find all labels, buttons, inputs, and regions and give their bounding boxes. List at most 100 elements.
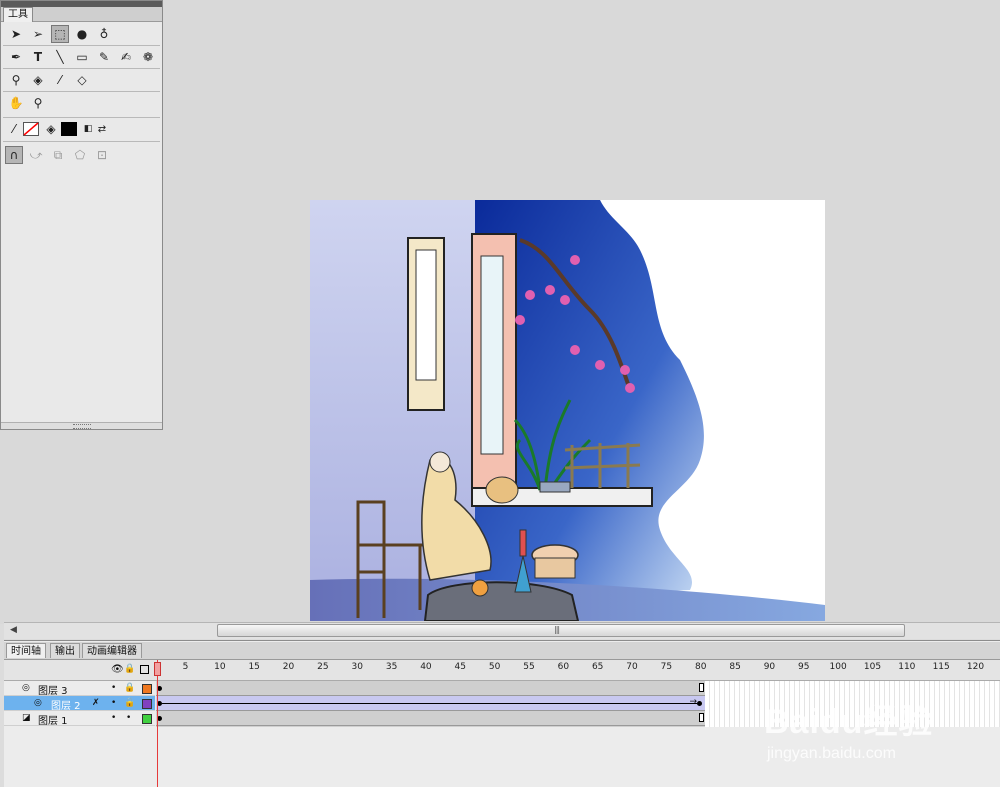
divider [3, 91, 160, 92]
layer-row-3[interactable]: ◎ 图层 3 • 🔒 [4, 681, 155, 697]
free-transform-tool-icon[interactable]: ⬚ [51, 25, 69, 43]
no-color-swatch-icon [23, 122, 39, 136]
eyedropper-tool-icon[interactable]: ⁄ [51, 71, 69, 89]
keyframe[interactable] [697, 701, 702, 706]
envelope-icon[interactable]: ⊡ [93, 146, 111, 164]
tab-motion-editor[interactable]: 动画编辑器 [82, 643, 142, 658]
3d-rotation-tool-icon[interactable]: ● [73, 25, 91, 43]
hand-tool-icon[interactable]: ✋ [7, 94, 25, 112]
pencil-crossed-icon: ✗ [92, 698, 100, 708]
eraser-tool-icon[interactable]: ◇ [73, 71, 91, 89]
lock-icon[interactable]: 🔒 [124, 683, 135, 693]
playhead[interactable] [154, 660, 161, 787]
rotate-skew-icon[interactable]: ⤻ [27, 146, 45, 164]
end-frame[interactable] [699, 713, 704, 722]
lock-icon[interactable]: 🔒 [124, 698, 135, 708]
end-frame[interactable] [699, 683, 704, 692]
pen-tool-icon[interactable]: ✒ [7, 48, 25, 66]
ruler-label: 55 [523, 662, 535, 672]
watermark-logo: Baidu经验 [764, 703, 934, 741]
tab-timeline[interactable]: 时间轴 [6, 643, 46, 658]
scene-illustration [310, 200, 825, 621]
distort-icon[interactable]: ⬠ [71, 146, 89, 164]
scale-icon[interactable]: ⧉ [49, 146, 67, 164]
scrollbar-thumb[interactable]: ||| [217, 624, 905, 637]
panel-resize-grip[interactable] [1, 422, 162, 429]
frame-span-layer-1[interactable] [156, 711, 705, 726]
line-tool-icon[interactable]: ╲ [51, 48, 69, 66]
ruler-label: 20 [282, 662, 295, 672]
layer-normal-icon: ◪ [22, 713, 31, 723]
pencil-tool-icon[interactable]: ✎ [95, 48, 113, 66]
ruler-label: 10 [214, 662, 226, 672]
ruler-label: 95 [798, 662, 810, 672]
visibility-dot[interactable]: • [111, 698, 116, 708]
visibility-dot[interactable]: • [111, 713, 116, 723]
layer-motion-icon: ◎ [34, 698, 42, 708]
snap-magnet-icon[interactable]: ∩ [5, 146, 23, 164]
divider [3, 117, 160, 118]
layer-row-1[interactable]: ◪ 图层 1 • • [4, 711, 155, 727]
deco-tool-icon[interactable]: ❁ [139, 48, 157, 66]
layer-row-2[interactable]: ◎ 图层 2 ✗ • 🔒 [4, 696, 155, 712]
ruler-label: 105 [863, 662, 882, 672]
divider [3, 68, 160, 69]
ruler-label: 75 [660, 662, 673, 672]
show-hide-all-eye-icon[interactable]: 👁 [111, 664, 124, 675]
ruler-label: 25 [317, 662, 329, 672]
tween-arrowhead-icon: → [689, 697, 697, 707]
ruler-label: 50 [488, 662, 501, 672]
lock-all-icon[interactable]: 🔒 [124, 664, 135, 674]
ruler-label: 70 [626, 662, 638, 672]
frame-grid[interactable]: → [156, 681, 705, 727]
frame-ruler[interactable]: 1510152025303540455055606570758085909510… [155, 660, 1000, 680]
ruler-label: 90 [763, 662, 776, 672]
divider [3, 141, 160, 142]
bone-tool-icon[interactable]: ⚲ [7, 71, 25, 89]
layer-name[interactable]: 图层 3 [38, 682, 68, 697]
layer-outline-color-swatch[interactable] [142, 684, 152, 694]
layer-name[interactable]: 图层 2 [51, 697, 81, 712]
paint-bucket-tool-icon[interactable]: ◈ [29, 71, 47, 89]
ruler-label: 65 [591, 662, 604, 672]
visibility-dot[interactable]: • [111, 683, 116, 693]
frame-span-layer-2[interactable]: → [156, 696, 705, 711]
selection-tool-icon[interactable]: ➤ [7, 25, 25, 43]
ruler-label: 115 [932, 662, 950, 672]
fill-color-swatch[interactable] [60, 120, 78, 138]
stage-horizontal-scrollbar[interactable]: ◀ ||| [4, 622, 1000, 639]
swap-colors-icon[interactable]: ⇄ [93, 120, 111, 138]
ruler-label: 5 [182, 662, 189, 672]
lock-dot[interactable]: • [126, 713, 131, 723]
frame-span-layer-3[interactable] [156, 681, 705, 696]
layer-list: ◎ 图层 3 • 🔒 ◎ 图层 2 ✗ • 🔒 ◪ 图层 1 • • [4, 681, 155, 727]
lasso-tool-icon[interactable]: ♁ [95, 25, 113, 43]
ruler-label: 35 [385, 662, 398, 672]
ruler-label: 45 [454, 662, 466, 672]
grip-dots [73, 424, 91, 429]
text-tool-icon[interactable]: T [29, 48, 47, 66]
ruler-label: 15 [248, 662, 260, 672]
layer-outline-color-swatch[interactable] [142, 714, 152, 724]
tools-tab-row: 工具 [1, 7, 162, 22]
scroll-left-arrow-icon[interactable]: ◀ [10, 625, 17, 635]
tools-panel: 工具 ➤ ➢ ⬚ ● ♁ ✒ T ╲ ▭ ✎ ✍ ❁ ⚲ ◈ ⁄ ◇ ✋ ⚲ ⁄… [0, 0, 163, 430]
outline-all-icon[interactable] [140, 665, 149, 674]
zoom-tool-icon[interactable]: ⚲ [29, 94, 47, 112]
layer-name[interactable]: 图层 1 [38, 712, 68, 727]
playhead-handle[interactable] [154, 662, 161, 676]
ruler-label: 40 [420, 662, 432, 672]
rectangle-tool-icon[interactable]: ▭ [73, 48, 91, 66]
stroke-color-swatch[interactable] [22, 120, 40, 138]
tools-tab[interactable]: 工具 [3, 7, 33, 22]
subselection-tool-icon[interactable]: ➢ [29, 25, 47, 43]
baidu-watermark: Baidu经验 jingyan.baidu.com [764, 694, 1000, 764]
tab-output[interactable]: 输出 [50, 643, 80, 658]
brush-tool-icon[interactable]: ✍ [117, 48, 135, 66]
stage-canvas[interactable] [310, 200, 825, 621]
thumb-grip-icon: ||| [554, 625, 560, 634]
black-swatch-icon [61, 122, 77, 136]
layer-motion-icon: ◎ [22, 683, 30, 693]
layer-outline-color-swatch[interactable] [142, 699, 152, 709]
ruler-label: 100 [829, 662, 847, 672]
